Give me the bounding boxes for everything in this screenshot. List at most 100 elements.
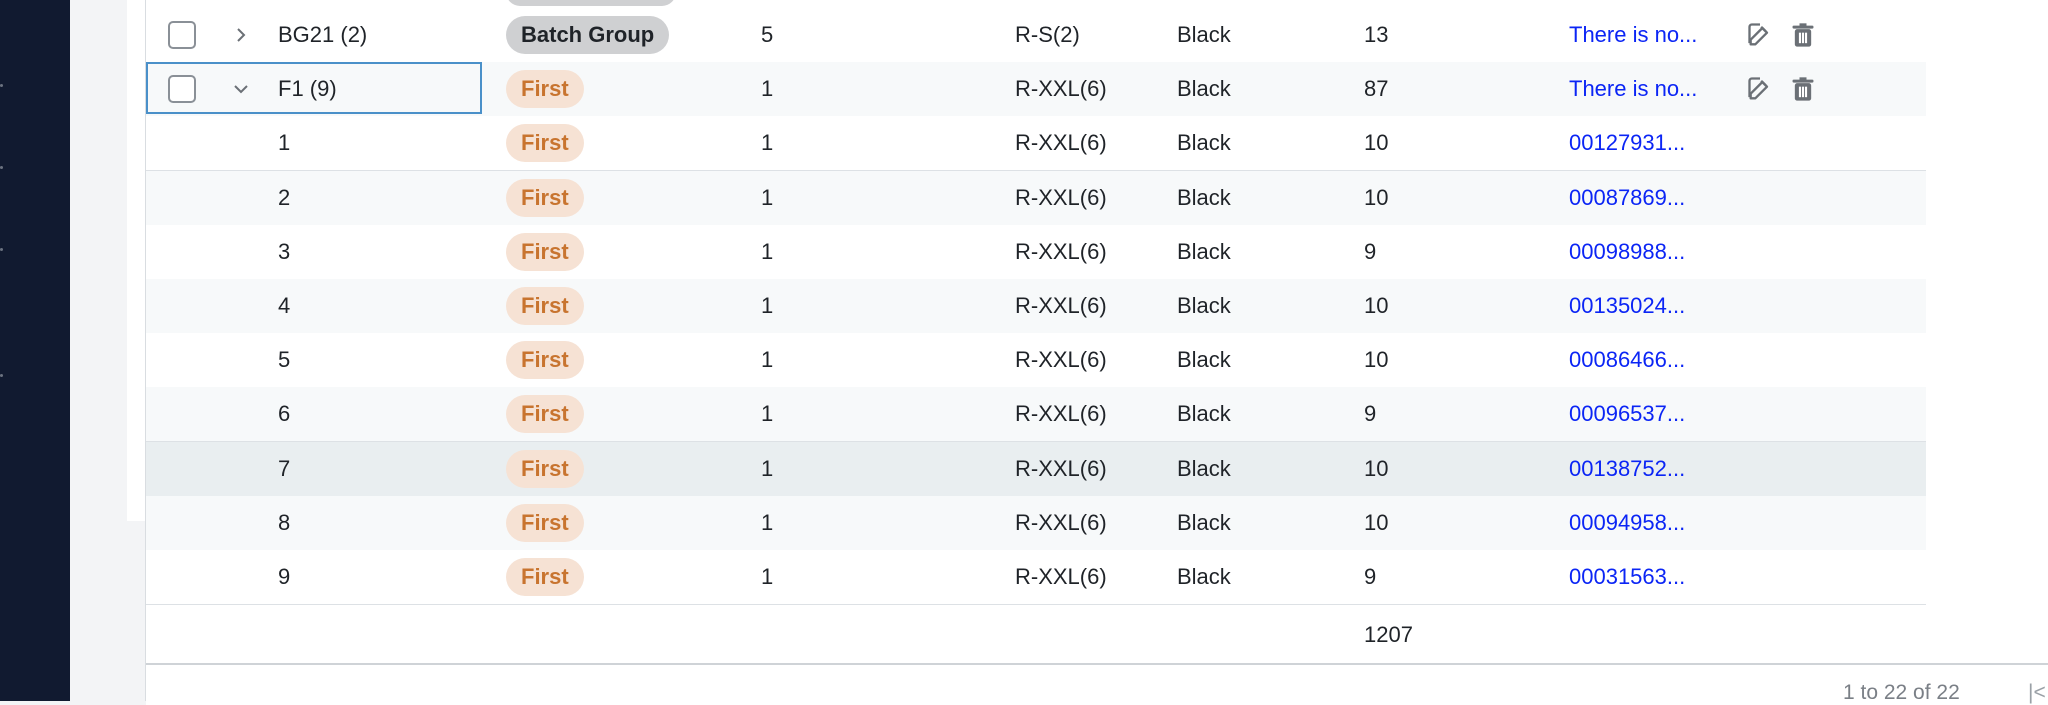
detail-link[interactable]: 00094958... bbox=[1569, 496, 1685, 550]
quantity-cell: 1 bbox=[761, 239, 774, 264]
type-badge: First bbox=[506, 395, 584, 433]
group-cell: 1 bbox=[278, 130, 291, 155]
count-cell: 9 bbox=[1364, 401, 1377, 426]
table-row[interactable]: 6 First 1 R-XXL(6) Black 9 00096537... bbox=[146, 387, 1926, 442]
type-badge: First bbox=[506, 504, 584, 542]
group-cell: 2 bbox=[278, 185, 291, 210]
count-cell: 87 bbox=[1364, 76, 1389, 101]
count-cell: 10 bbox=[1364, 293, 1389, 318]
count-cell: 9 bbox=[1364, 239, 1377, 264]
trash-icon[interactable] bbox=[1789, 21, 1817, 49]
type-badge: First bbox=[506, 124, 584, 162]
color-cell: Black bbox=[1177, 510, 1231, 535]
type-badge: First bbox=[506, 341, 584, 379]
group-cell: 3 bbox=[278, 239, 291, 264]
color-cell: Black bbox=[1177, 564, 1231, 589]
row-checkbox[interactable] bbox=[168, 75, 196, 103]
color-cell: Black bbox=[1177, 22, 1231, 47]
first-page-icon[interactable]: |< bbox=[2028, 681, 2046, 705]
table-row[interactable]: 3 First 1 R-XXL(6) Black 9 00098988... bbox=[146, 225, 1926, 280]
table-row[interactable]: 1 First 1 R-XXL(6) Black 10 00127931... bbox=[146, 116, 1926, 171]
color-cell: Black bbox=[1177, 239, 1231, 264]
edit-icon[interactable] bbox=[1746, 21, 1774, 49]
type-badge: Batch Group bbox=[506, 16, 670, 54]
detail-link[interactable]: 00096537... bbox=[1569, 387, 1685, 441]
size-cell: R-XXL(6) bbox=[1015, 76, 1107, 101]
table-row[interactable]: F1 (9) First 1 R-XXL(6) Black 87 There is no..… bbox=[146, 62, 1926, 117]
table-row[interactable]: 7 First 1 R-XXL(6) Black 10 00138752... bbox=[146, 442, 1926, 497]
data-grid: BG21 (2) Batch Group 5 R-S(2) Black 1 3 There i… bbox=[145, 0, 2048, 705]
quantity-cell: 1 bbox=[761, 456, 774, 481]
count-cell: 10 bbox=[1364, 130, 1389, 155]
sidebar-marker bbox=[0, 374, 3, 377]
detail-link[interactable]: 00138752... bbox=[1569, 442, 1685, 496]
sidebar bbox=[0, 0, 70, 701]
detail-link[interactable]: 00087869... bbox=[1569, 171, 1685, 225]
detail-link[interactable]: There is no... bbox=[1569, 62, 1697, 116]
type-badge: First bbox=[506, 70, 584, 108]
color-cell: Black bbox=[1177, 456, 1231, 481]
panel-edge bbox=[127, 0, 147, 521]
pagination-summary: 1 to 22 of 22 bbox=[1843, 681, 1960, 704]
table-row[interactable]: BG21 (2) Batch Group 5 R-S(2) Black 13 There i… bbox=[146, 8, 1926, 63]
size-cell: R-XXL(6) bbox=[1015, 401, 1107, 426]
quantity-cell: 1 bbox=[761, 401, 774, 426]
row-checkbox[interactable] bbox=[168, 21, 196, 49]
table-row[interactable]: 2 First 1 R-XXL(6) Black 10 00087869... bbox=[146, 171, 1926, 226]
quantity-cell: 1 bbox=[761, 293, 774, 318]
quantity-cell: 1 bbox=[761, 76, 774, 101]
color-cell: Black bbox=[1177, 293, 1231, 318]
count-cell: 10 bbox=[1364, 185, 1389, 210]
total-row: 1207 bbox=[146, 607, 2048, 665]
size-cell: R-XXL(6) bbox=[1015, 293, 1107, 318]
type-badge: First bbox=[506, 179, 584, 217]
detail-link[interactable]: 00127931... bbox=[1569, 116, 1685, 170]
edit-icon[interactable] bbox=[1746, 75, 1774, 103]
size-cell: R-XXL(6) bbox=[1015, 456, 1107, 481]
color-cell: Black bbox=[1177, 401, 1231, 426]
quantity-cell: 1 bbox=[761, 510, 774, 535]
batch-badge-fragment bbox=[506, 0, 676, 6]
table-row[interactable]: 5 First 1 R-XXL(6) Black 10 00086466... bbox=[146, 333, 1926, 388]
table-row[interactable]: 4 First 1 R-XXL(6) Black 10 00135024... bbox=[146, 279, 1926, 334]
count-cell: 10 bbox=[1364, 510, 1389, 535]
chevron-right-icon[interactable] bbox=[226, 8, 256, 62]
count-cell: 9 bbox=[1364, 564, 1377, 589]
type-badge: First bbox=[506, 287, 584, 325]
quantity-cell: 1 bbox=[761, 130, 774, 155]
color-cell: Black bbox=[1177, 76, 1231, 101]
sidebar-marker bbox=[0, 166, 3, 169]
quantity-cell: 1 bbox=[761, 185, 774, 210]
group-cell: BG21 (2) bbox=[278, 22, 368, 47]
size-cell: R-XXL(6) bbox=[1015, 510, 1107, 535]
color-cell: Black bbox=[1177, 130, 1231, 155]
group-cell: 8 bbox=[278, 510, 291, 535]
chevron-down-icon[interactable] bbox=[226, 62, 256, 116]
group-cell: 7 bbox=[278, 456, 291, 481]
group-cell: 6 bbox=[278, 401, 291, 426]
sidebar-marker bbox=[0, 84, 3, 87]
type-badge: First bbox=[506, 558, 584, 596]
count-cell: 10 bbox=[1364, 347, 1389, 372]
table-row[interactable]: 9 First 1 R-XXL(6) Black 9 00031563... bbox=[146, 550, 1926, 605]
sidebar-marker bbox=[0, 248, 3, 251]
trash-icon[interactable] bbox=[1789, 75, 1817, 103]
count-cell: 10 bbox=[1364, 456, 1389, 481]
size-cell: R-S(2) bbox=[1015, 22, 1080, 47]
table-row[interactable]: 8 First 1 R-XXL(6) Black 10 00094958... bbox=[146, 496, 1926, 551]
size-cell: R-XXL(6) bbox=[1015, 130, 1107, 155]
color-cell: Black bbox=[1177, 347, 1231, 372]
detail-link[interactable]: 00031563... bbox=[1569, 550, 1685, 604]
type-badge: First bbox=[506, 450, 584, 488]
detail-link[interactable]: 00135024... bbox=[1569, 279, 1685, 333]
color-cell: Black bbox=[1177, 185, 1231, 210]
detail-link[interactable]: 00086466... bbox=[1569, 333, 1685, 387]
detail-link[interactable]: There is no... bbox=[1569, 8, 1697, 62]
type-badge: First bbox=[506, 233, 584, 271]
size-cell: R-XXL(6) bbox=[1015, 347, 1107, 372]
detail-link[interactable]: 00098988... bbox=[1569, 225, 1685, 279]
group-cell: 5 bbox=[278, 347, 291, 372]
quantity-cell: 5 bbox=[761, 22, 774, 47]
size-cell: R-XXL(6) bbox=[1015, 239, 1107, 264]
total-value: 1207 bbox=[1364, 622, 1413, 647]
